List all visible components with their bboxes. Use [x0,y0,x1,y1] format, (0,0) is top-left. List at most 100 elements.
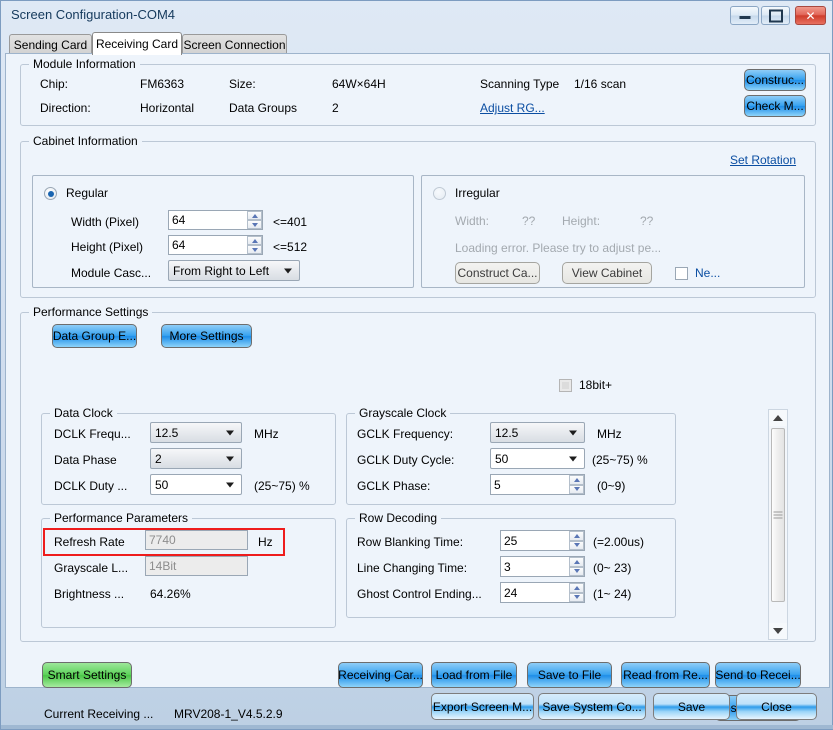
scrollbar-thumb[interactable] [771,428,785,602]
view-cabinet-button[interactable]: View Cabinet [562,262,652,284]
grayscale-clock-group: Grayscale Clock GCLK Frequency: 12.5 MHz… [346,406,676,505]
save-button[interactable]: Save [653,693,730,720]
bit18-checkbox[interactable] [559,379,572,392]
send-to-receiving-button[interactable]: Send to Recei... [715,662,801,688]
title-bar: Screen Configuration-COM4 ✕ [1,1,832,29]
irregular-radio[interactable] [433,187,446,200]
performance-parameters-legend: Performance Parameters [50,511,193,525]
cabinet-information-group: Cabinet Information Set Rotation Regular… [20,134,816,298]
load-from-file-button[interactable]: Load from File [431,662,517,688]
save-to-file-button[interactable]: Save to File [527,662,612,688]
performance-scrollbar[interactable] [768,409,788,640]
scroll-up-arrow-icon[interactable] [769,410,787,426]
gclk-duty-select[interactable]: 50 [490,448,585,469]
line-changing-spin-buttons[interactable] [569,557,584,576]
adjust-rg-link[interactable]: Adjust RG... [480,101,545,115]
save-label: Save [677,699,706,714]
dclk-duty-value: 50 [155,477,169,492]
width-spin-buttons[interactable] [247,211,262,229]
row-blanking-label: Row Blanking Time: [357,535,464,549]
close-button[interactable]: ✕ [795,6,826,25]
scanning-type-value: 1/16 scan [574,77,627,91]
regular-radio[interactable] [44,187,57,200]
data-phase-select[interactable]: 2 [150,448,242,469]
close-icon: ✕ [805,8,816,23]
gclk-phase-spin-down-icon[interactable] [569,484,584,494]
smart-settings-button[interactable]: Smart Settings [42,662,132,688]
data-clock-group: Data Clock DCLK Frequ... 12.5 MHz Data P… [41,406,336,505]
module-cascade-select[interactable]: From Right to Left [168,260,300,281]
gclk-duty-label: GCLK Duty Cycle: [357,453,455,467]
height-stepper[interactable] [168,235,263,255]
dclk-duty-range: (25~75) % [254,479,310,493]
chevron-down-icon [226,456,234,461]
tab-label: Receiving Card [95,37,179,51]
row-blanking-spin-buttons[interactable] [569,531,584,550]
dclk-frequency-select[interactable]: 12.5 [150,422,242,443]
new-checkbox[interactable] [675,267,688,280]
width-spin-down-icon[interactable] [247,220,262,229]
line-changing-spin-down-icon[interactable] [569,566,584,576]
row-blanking-stepper[interactable] [500,530,585,551]
row-blanking-spin-up-icon[interactable] [569,531,584,541]
brightness-value: 64.26% [150,587,191,601]
size-label: Size: [229,77,256,91]
refresh-rate-input[interactable] [145,530,248,550]
construct-button[interactable]: Construc... [744,69,806,91]
tab-label: Screen Connection [183,37,286,52]
height-label: Height (Pixel) [71,240,144,254]
tab-sending-card[interactable]: Sending Card [9,34,92,54]
row-blanking-spin-down-icon[interactable] [569,540,584,550]
close-dialog-button[interactable]: Close [736,693,817,720]
width-spin-up-icon[interactable] [247,211,262,220]
height-spin-up-icon[interactable] [247,236,262,245]
gclk-frequency-label: GCLK Frequency: [357,427,454,441]
line-changing-stepper[interactable] [500,556,585,577]
dclk-duty-select[interactable]: 50 [150,474,242,495]
gclk-phase-spin-buttons[interactable] [569,475,584,494]
height-spin-buttons[interactable] [247,236,262,254]
ghost-control-spin-buttons[interactable] [569,583,584,602]
save-system-config-button[interactable]: Save System Co... [538,693,646,720]
ghost-control-spin-up-icon[interactable] [569,583,584,593]
more-settings-button[interactable]: More Settings [161,324,252,348]
height-spin-down-icon[interactable] [247,245,262,254]
regular-cabinet-box: Regular Width (Pixel) <=401 Height (Pixe… [32,175,414,288]
ghost-control-spin-down-icon[interactable] [569,592,584,602]
dclk-frequency-unit: MHz [254,427,279,441]
gclk-phase-spin-up-icon[interactable] [569,475,584,485]
irregular-width-label: Width: [455,214,490,228]
tab-receiving-card[interactable]: Receiving Card [92,32,182,55]
receiving-card-button[interactable]: Receiving Car... [338,662,423,688]
line-changing-spin-up-icon[interactable] [569,557,584,567]
read-from-receiving-button[interactable]: Read from Re... [621,662,710,688]
data-group-exchange-button[interactable]: Data Group E... [52,324,137,348]
width-stepper[interactable] [168,210,263,230]
construct-cabinet-button[interactable]: Construct Ca... [455,262,540,284]
data-phase-label: Data Phase [54,453,117,467]
maximize-button[interactable] [761,6,790,25]
minimize-button[interactable] [730,6,759,25]
scanning-type-label: Scanning Type [480,77,560,91]
gclk-frequency-value: 12.5 [495,425,519,440]
irregular-width-value: ?? [522,214,536,228]
gclk-frequency-select[interactable]: 12.5 [490,422,585,443]
refresh-rate-unit: Hz [258,535,273,549]
brightness-label: Brightness ... [54,587,125,601]
grayscale-level-input[interactable] [145,556,248,576]
new-checkbox-label: Ne... [695,266,721,280]
width-limit-label: <=401 [273,215,308,229]
gclk-frequency-unit: MHz [597,427,622,441]
set-rotation-link[interactable]: Set Rotation [730,153,796,167]
ghost-control-stepper[interactable] [500,582,585,603]
gclk-phase-stepper[interactable] [490,474,585,495]
save-to-file-label: Save to File [537,668,602,682]
receiving-card-label: Receiving Car... [338,668,423,682]
row-decoding-group: Row Decoding Row Blanking Time: (=2.00us… [346,511,676,618]
data-groups-label: Data Groups [229,101,298,115]
export-screen-button[interactable]: Export Screen M... [431,693,534,720]
window-bottom-edge [1,725,833,729]
scroll-down-arrow-icon[interactable] [769,623,787,639]
check-module-button[interactable]: Check M... [744,95,806,117]
tab-screen-connection[interactable]: Screen Connection [182,34,287,54]
